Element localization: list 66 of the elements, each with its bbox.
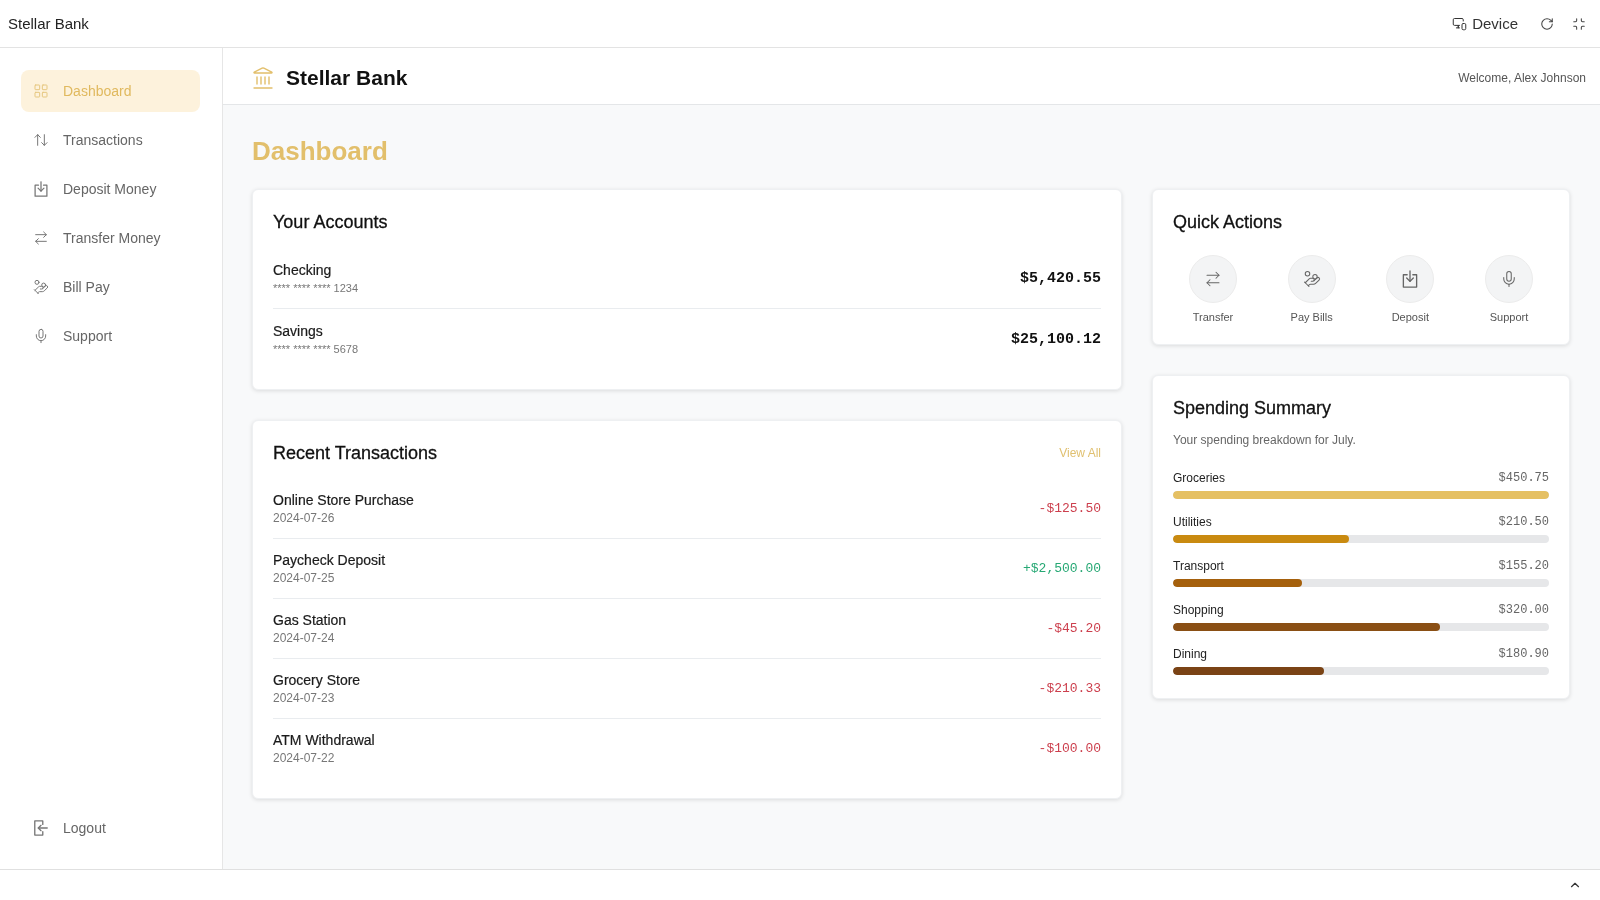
sidebar-item[interactable]: Transfer Money [21, 217, 200, 259]
spending-category: Shopping [1173, 602, 1224, 618]
device-button[interactable]: Device [1448, 13, 1522, 34]
tray-download-icon [1386, 255, 1435, 303]
transaction-date: 2024-07-23 [273, 690, 336, 707]
transaction-name: ATM Withdrawal [273, 731, 375, 750]
brand-name: Stellar Bank [286, 65, 408, 90]
up-down-arrows-icon [33, 132, 49, 148]
spending-category: Groceries [1173, 470, 1225, 486]
collapse-icon[interactable] [1572, 16, 1586, 31]
account-name: Savings [273, 322, 324, 341]
transaction-name: Online Store Purchase [273, 491, 414, 510]
transaction-date: 2024-07-22 [273, 750, 336, 767]
hand-coins-icon [1287, 255, 1336, 303]
transaction-date: 2024-07-26 [273, 510, 336, 527]
logout-icon [33, 820, 49, 836]
app-title: Stellar Bank [8, 15, 89, 32]
account-number: **** **** **** 1234 [273, 281, 358, 296]
bank-building-icon [251, 65, 275, 90]
transaction-date: 2024-07-25 [273, 570, 336, 587]
card-title: Your Accounts [273, 211, 388, 233]
transaction-amount: -$210.33 [1038, 681, 1101, 696]
spending-amount: $320.00 [1498, 603, 1549, 617]
spending-amount: $210.50 [1498, 515, 1549, 529]
page-title: Dashboard [252, 135, 389, 167]
spending-amount: $450.75 [1498, 471, 1549, 485]
account-balance: $25,100.12 [1011, 330, 1101, 348]
grid-icon [33, 83, 49, 99]
spending-amount: $155.20 [1498, 559, 1549, 573]
transaction-date: 2024-07-24 [273, 630, 336, 647]
card-title: Quick Actions [1173, 211, 1284, 233]
transaction-amount: -$45.20 [1046, 621, 1101, 636]
hand-coins-icon [33, 279, 49, 295]
transaction-amount: +$2,500.00 [1023, 561, 1101, 576]
spending-subtitle: Your spending breakdown for July. [1173, 432, 1357, 448]
spending-category: Dining [1173, 646, 1208, 662]
sidebar-item[interactable]: Bill Pay [21, 266, 200, 308]
account-name: Checking [273, 261, 333, 280]
left-right-arrows-icon [1189, 255, 1237, 303]
account-balance: $5,420.55 [1020, 269, 1101, 287]
welcome-text: Welcome, Alex Johnson [1458, 70, 1586, 85]
transaction-name: Gas Station [273, 611, 347, 630]
account-number: **** **** **** 5678 [273, 342, 358, 357]
sidebar-item[interactable]: Deposit Money [21, 168, 200, 210]
spending-amount: $180.90 [1498, 647, 1549, 661]
quick-action-button[interactable]: Support [1484, 255, 1533, 324]
spending-category: Utilities [1173, 514, 1212, 530]
monitor-phone-icon [1452, 16, 1468, 31]
microphone-icon [1484, 255, 1533, 303]
card-title: Spending Summary [1173, 397, 1332, 419]
refresh-icon[interactable] [1540, 16, 1554, 31]
left-right-arrows-icon [33, 230, 49, 246]
quick-action-button[interactable]: Deposit [1386, 255, 1435, 324]
transaction-name: Paycheck Deposit [273, 551, 386, 570]
sidebar-item[interactable]: Support [21, 315, 200, 357]
tray-download-icon [33, 181, 49, 197]
transaction-amount: -$125.50 [1038, 501, 1101, 516]
card-title: Recent Transactions [273, 442, 438, 464]
sidebar-item[interactable]: Transactions [21, 119, 200, 161]
transaction-name: Grocery Store [273, 671, 361, 690]
microphone-icon [33, 328, 49, 344]
quick-action-button[interactable]: Pay Bills [1287, 255, 1336, 324]
logout-button[interactable]: Logout [21, 807, 200, 849]
quick-action-button[interactable]: Transfer [1189, 255, 1237, 324]
transaction-amount: -$100.00 [1038, 741, 1101, 756]
spending-category: Transport [1173, 558, 1224, 574]
